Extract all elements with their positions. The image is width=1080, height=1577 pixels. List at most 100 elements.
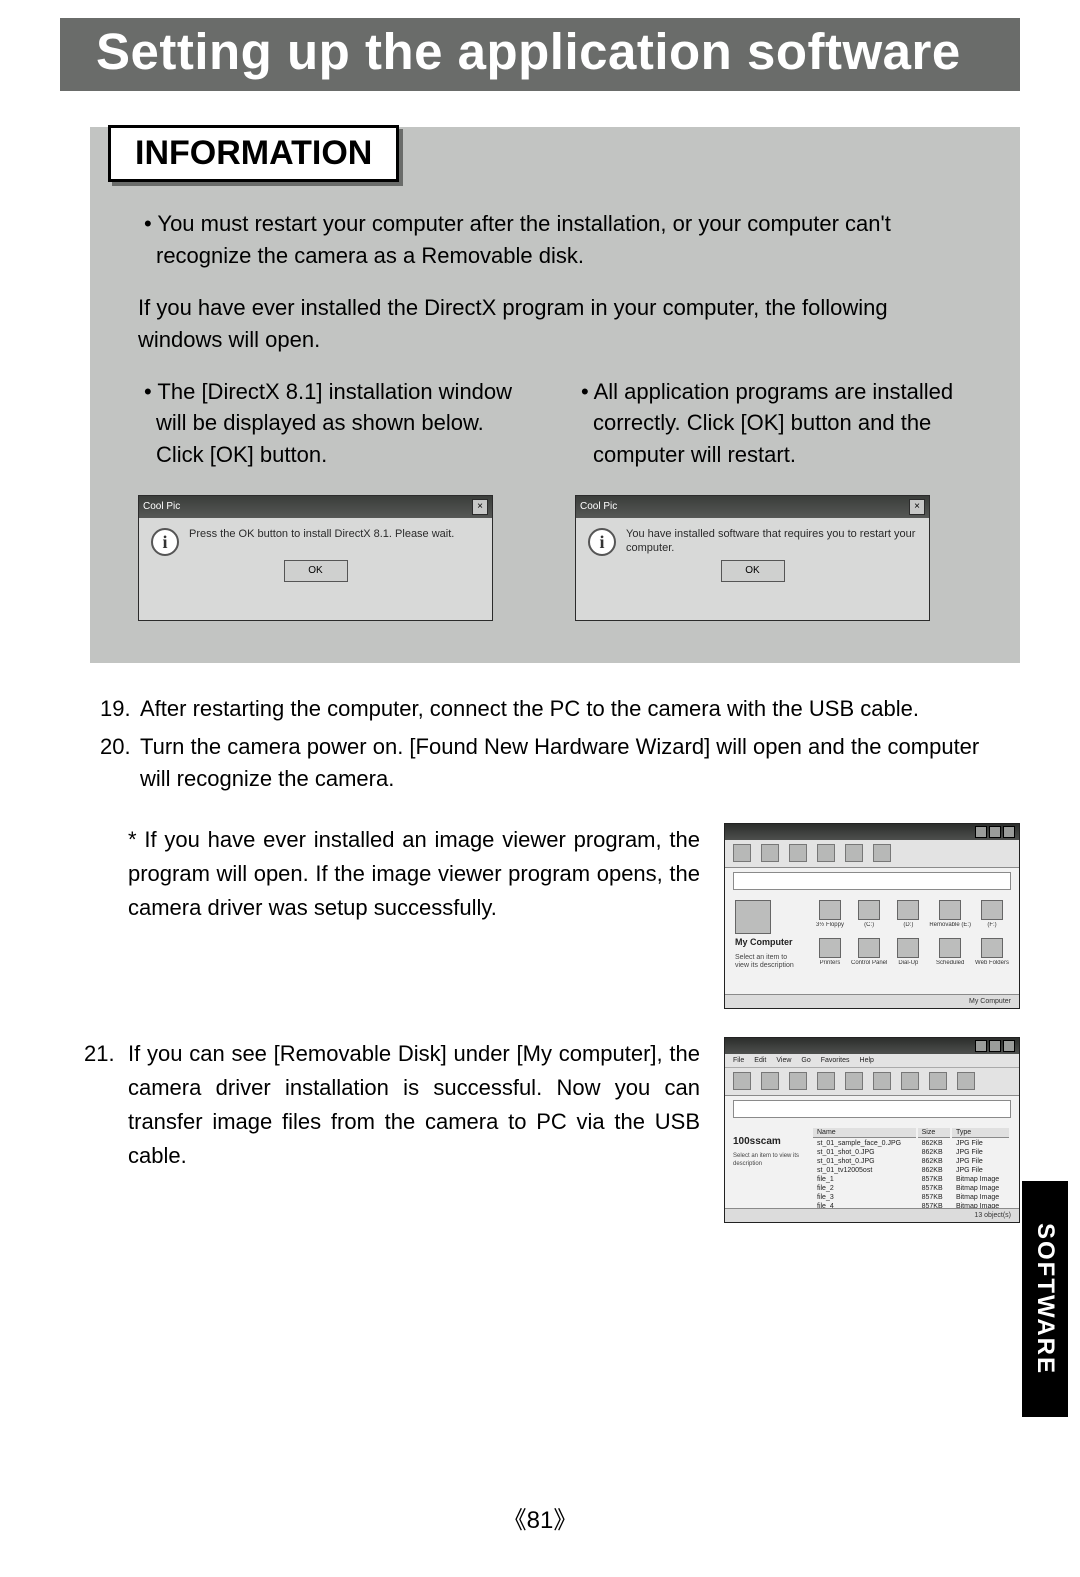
section-tab-software: SOFTWARE [1022,1181,1068,1417]
undo-icon[interactable] [901,1072,919,1090]
menu-item[interactable]: Go [801,1057,810,1064]
dialog1-titlebar: Cool Pic × [139,496,492,518]
drive-item[interactable]: Scheduled [929,938,971,970]
page-title: Setting up the application software [96,22,984,81]
table-row[interactable]: file_2857KBBitmap Image [813,1185,1009,1192]
column-header[interactable]: Type [952,1128,1009,1138]
page-number: 《81》 [0,1500,1080,1535]
menu-item[interactable]: Edit [754,1057,766,1064]
up-icon[interactable] [789,844,807,862]
paste-icon[interactable] [873,844,891,862]
back-icon[interactable] [733,1072,751,1090]
table-row[interactable]: file_3857KBBitmap Image [813,1194,1009,1201]
folder-label: 100sscam [733,1136,803,1147]
step-20-text: Turn the camera power on. [Found New Har… [140,731,1010,795]
drive-item[interactable]: (F:) [975,900,1009,932]
drive-item[interactable]: Control Panel [851,938,887,970]
menu-item[interactable]: File [733,1057,744,1064]
drive-item[interactable]: Dial-Up [891,938,925,970]
drive-icon [939,938,961,958]
step-21-text: If you can see [Removable Disk] under [M… [128,1041,700,1168]
table-cell: Bitmap Image [952,1176,1009,1183]
table-cell: Bitmap Image [952,1194,1009,1201]
maximize-icon[interactable] [989,1040,1001,1052]
table-cell: file_3 [813,1194,916,1201]
drive-label: Web Folders [975,960,1009,966]
copy-icon[interactable] [845,1072,863,1090]
table-cell: 862KB [918,1149,950,1156]
menu-item[interactable]: Help [860,1057,874,1064]
cut-icon[interactable] [817,844,835,862]
up-icon[interactable] [789,1072,807,1090]
close-icon[interactable]: × [909,499,925,515]
table-cell: st_01_shot_0.JPG [813,1158,916,1165]
drive-item[interactable]: Printers [813,938,847,970]
table-row[interactable]: st_01_tv12005ost862KBJPG File [813,1167,1009,1174]
menu-item[interactable]: Favorites [821,1057,850,1064]
window-menubar: File Edit View Go Favorites Help [725,1054,1019,1068]
status-bar: 13 object(s) [725,1208,1019,1222]
dialog-directx-install: Cool Pic × i Press the OK button to inst… [138,495,493,621]
dialog2-message: You have installed software that require… [626,528,917,556]
forward-icon[interactable] [761,844,779,862]
information-body: • You must restart your computer after t… [90,208,1020,621]
maximize-icon[interactable] [989,826,1001,838]
info-bullet-directx-window: • The [DirectX 8.1] installation window … [138,376,535,472]
minimize-icon[interactable] [975,1040,987,1052]
table-row[interactable]: st_01_shot_0.JPG862KBJPG File [813,1158,1009,1165]
drive-icon [819,938,841,958]
table-cell: file_1 [813,1176,916,1183]
forward-icon[interactable] [761,1072,779,1090]
info-icon: i [588,528,616,556]
drive-label: (F:) [987,922,996,928]
drive-item[interactable]: Web Folders [975,938,1009,970]
steps-list: 19. After restarting the computer, conne… [100,693,1020,795]
ok-button[interactable]: OK [721,560,785,582]
step-19-number: 19. [100,693,140,725]
drive-icon [939,900,961,920]
ok-button[interactable]: OK [284,560,348,582]
table-cell: 857KB [918,1185,950,1192]
table-row[interactable]: file_1857KBBitmap Image [813,1176,1009,1183]
dialog1-title: Cool Pic [143,500,180,515]
drive-label: Scheduled [936,960,964,966]
information-box: INFORMATION • You must restart your comp… [90,127,1020,663]
cut-icon[interactable] [817,1072,835,1090]
address-bar[interactable] [733,872,1011,890]
drive-item[interactable]: 3½ Floppy [813,900,847,932]
drive-label: Dial-Up [898,960,918,966]
column-header[interactable]: Name [813,1128,916,1138]
close-icon[interactable] [1003,826,1015,838]
dialog2-titlebar: Cool Pic × [576,496,929,518]
delete-icon[interactable] [929,1072,947,1090]
drive-icon [897,900,919,920]
table-cell: 862KB [918,1140,950,1147]
properties-icon[interactable] [957,1072,975,1090]
drive-item[interactable]: (D:) [891,900,925,932]
info-col-right: • All application programs are installed… [575,376,972,622]
table-cell: file_2 [813,1185,916,1192]
information-heading-box: INFORMATION [108,125,399,182]
back-icon[interactable] [733,844,751,862]
close-icon[interactable]: × [472,499,488,515]
drive-item[interactable]: (C:) [851,900,887,932]
address-bar[interactable] [733,1100,1011,1118]
table-row[interactable]: st_01_sample_face_0.JPG862KBJPG File [813,1140,1009,1147]
dialog-restart-required: Cool Pic × i You have installed software… [575,495,930,621]
drive-label: 3½ Floppy [816,922,844,928]
copy-icon[interactable] [845,844,863,862]
table-row[interactable]: st_01_shot_0.JPG862KBJPG File [813,1149,1009,1156]
table-cell: JPG File [952,1167,1009,1174]
step-19-text: After restarting the computer, connect t… [140,693,1010,725]
column-header[interactable]: Size [918,1128,950,1138]
drive-label: Printers [820,960,841,966]
drive-item[interactable]: Removable (E:) [929,900,971,932]
drive-icon [897,938,919,958]
menu-item[interactable]: View [776,1057,791,1064]
step-20-number: 20. [100,731,140,795]
minimize-icon[interactable] [975,826,987,838]
paste-icon[interactable] [873,1072,891,1090]
close-icon[interactable] [1003,1040,1015,1052]
my-computer-label: My Computer [735,938,803,948]
dialog2-title: Cool Pic [580,500,617,515]
